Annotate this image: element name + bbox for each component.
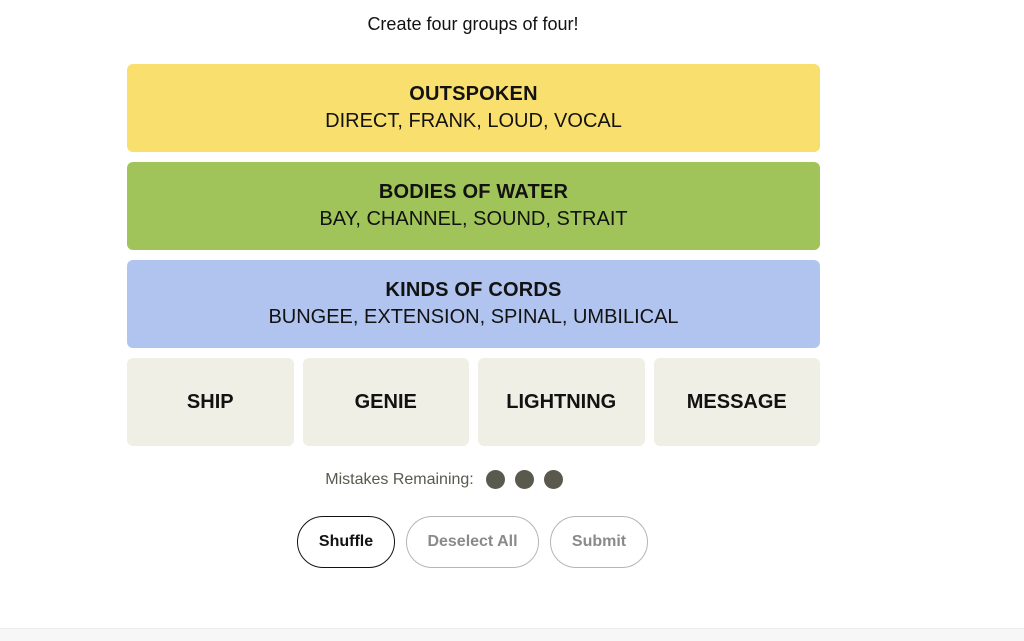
- group-category: OUTSPOKEN: [409, 83, 538, 105]
- mistakes-remaining: Mistakes Remaining:: [0, 470, 888, 489]
- group-members: BUNGEE, EXTENSION, SPINAL, UMBILICAL: [268, 306, 679, 328]
- solved-group-blue: KINDS OF CORDS BUNGEE, EXTENSION, SPINAL…: [127, 260, 820, 348]
- submit-button[interactable]: Submit: [550, 516, 648, 568]
- group-members: DIRECT, FRANK, LOUD, VOCAL: [325, 110, 622, 132]
- word-tile[interactable]: SHIP: [127, 358, 294, 446]
- game-controls: Shuffle Deselect All Submit: [297, 516, 648, 568]
- mistake-dots: [485, 470, 563, 489]
- word-tile[interactable]: LIGHTNING: [478, 358, 645, 446]
- solved-group-green: BODIES OF WATER BAY, CHANNEL, SOUND, STR…: [127, 162, 820, 250]
- group-category: KINDS OF CORDS: [385, 279, 562, 301]
- word-tiles: SHIP GENIE LIGHTNING MESSAGE: [127, 358, 820, 446]
- mistake-dot: [543, 470, 563, 489]
- group-category: BODIES OF WATER: [378, 181, 569, 203]
- game-board: OUTSPOKEN DIRECT, FRANK, LOUD, VOCAL BOD…: [127, 64, 820, 446]
- group-members: BAY, CHANNEL, SOUND, STRAIT: [319, 208, 628, 230]
- instructions-text: Create four groups of four!: [367, 14, 579, 34]
- connections-game: Create four groups of four! OUTSPOKEN DI…: [0, 0, 1024, 641]
- mistakes-label: Mistakes Remaining:: [325, 470, 474, 488]
- mistake-dot: [514, 470, 534, 489]
- mistake-dot: [485, 470, 505, 489]
- word-tile[interactable]: MESSAGE: [653, 358, 820, 446]
- deselect-all-button[interactable]: Deselect All: [406, 516, 539, 568]
- shuffle-button[interactable]: Shuffle: [297, 516, 395, 568]
- word-tile[interactable]: GENIE: [302, 358, 469, 446]
- footer-bar: [0, 628, 1024, 641]
- solved-group-yellow: OUTSPOKEN DIRECT, FRANK, LOUD, VOCAL: [127, 64, 820, 152]
